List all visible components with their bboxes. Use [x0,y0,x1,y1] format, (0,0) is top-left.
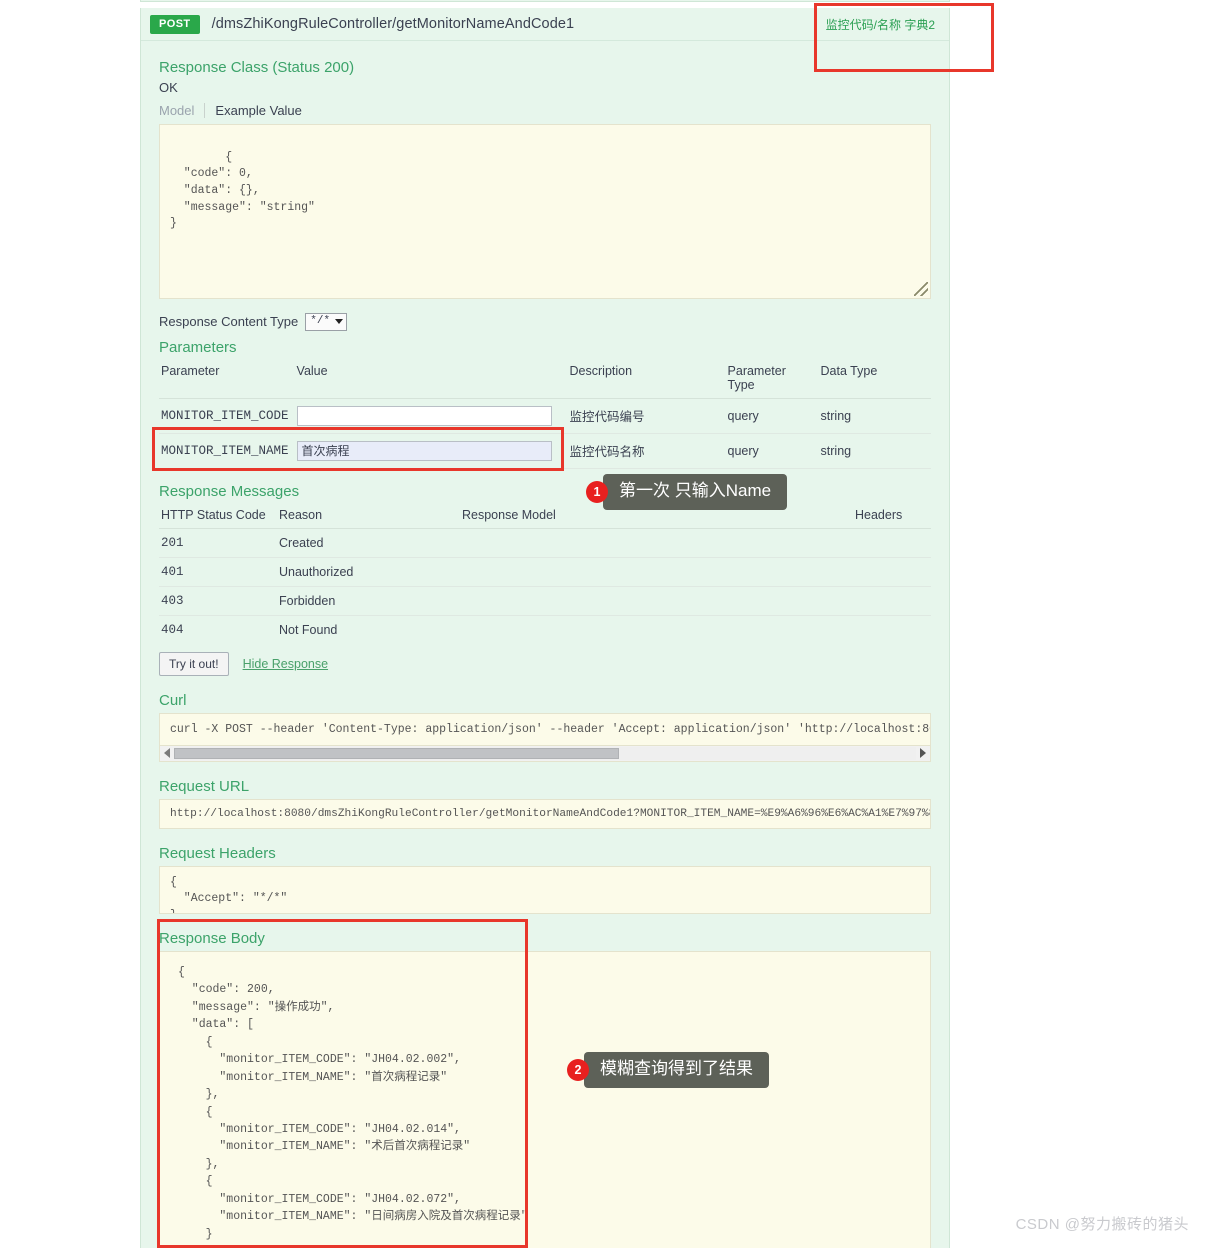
action-row: Try it out! Hide Response [159,651,931,676]
operation-summary: 监控代码/名称 字典2 [825,17,935,32]
table-row: MONITOR_ITEM_NAME 监控代码名称 query string [159,433,931,469]
operation-path: /dmsZhiKongRuleController/getMonitorName… [211,16,575,32]
previous-operation-stub [140,0,950,2]
rm-code: 401 [159,557,277,587]
rm-reason: Created [277,528,460,558]
tab-model[interactable]: Model [159,103,206,118]
param-description: 监控代码名称 [567,433,726,469]
scrollbar-thumb[interactable] [174,747,620,759]
rm-code: 201 [159,528,277,558]
table-row: 401 Unauthorized [159,557,931,587]
param-type: query [725,433,819,469]
param-input-monitor-item-code[interactable] [296,405,552,426]
example-value-box[interactable]: { "code": 0, "data": {}, "message": "str… [159,124,931,299]
param-col-value: Value [294,359,568,399]
rm-col-reason: Reason [277,503,460,529]
response-body-box: { "code": 200, "message": "操作成功", "data"… [159,950,931,1248]
hide-response-link[interactable]: Hide Response [243,657,328,671]
curl-horizontal-scrollbar[interactable] [160,744,930,761]
operation-header[interactable]: POST /dmsZhiKongRuleController/getMonito… [141,8,949,41]
response-content-type-row: Response Content Type */* [159,313,931,331]
request-headers-box: { "Accept": "*/*" } [159,865,931,914]
table-row: 403 Forbidden [159,586,931,616]
rm-headers [853,557,931,587]
rm-headers [853,586,931,616]
param-col-parameter-type: Parameter Type [725,359,819,399]
screenshot-root: POST /dmsZhiKongRuleController/getMonito… [0,0,1211,1248]
operation-panel: POST /dmsZhiKongRuleController/getMonito… [140,8,950,1248]
example-value-code: { "code": 0, "data": {}, "message": "str… [170,150,315,231]
model-example-tabs: Model Example Value [159,103,931,118]
parameters-header-row: Parameter Value Description Parameter Ty… [159,359,931,399]
annotation-callout-1: 1 第一次 只输入Name [586,474,788,510]
annotation-number-badge: 1 [586,480,608,503]
csdn-watermark: CSDN @努力搬砖的猪头 [1015,1216,1189,1233]
rm-reason: Forbidden [277,586,460,616]
try-it-out-button[interactable]: Try it out! [159,651,229,676]
param-input-monitor-item-name[interactable] [296,440,552,461]
param-value-cell [294,398,568,434]
rm-code: 403 [159,586,277,616]
rm-col-headers: Headers [853,503,931,529]
rm-reason: Unauthorized [277,557,460,587]
operation-body: Response Class (Status 200) OK Model Exa… [141,41,949,1248]
rm-model [460,586,853,616]
rm-model [460,615,853,644]
response-messages-table: HTTP Status Code Reason Response Model H… [159,503,931,644]
response-content-type-label: Response Content Type [159,314,299,330]
param-name: MONITOR_ITEM_NAME [159,433,295,469]
chevron-down-icon [335,319,344,325]
response-messages-header-row: HTTP Status Code Reason Response Model H… [159,503,931,529]
table-row: MONITOR_ITEM_CODE 监控代码编号 query string [159,398,931,434]
response-body-title: Response Body [159,929,265,947]
parameters-title: Parameters [159,338,237,356]
rm-model [460,557,853,587]
response-content-type-select[interactable]: */* [305,313,348,331]
textarea-resize-handle[interactable] [914,282,928,296]
annotation-number-badge: 2 [567,1058,589,1081]
param-col-parameter: Parameter [159,359,295,399]
rm-headers [853,528,931,558]
scroll-right-arrow-icon[interactable] [916,748,930,759]
scroll-left-arrow-icon[interactable] [160,748,174,759]
http-method-badge: POST [150,14,200,34]
rm-reason: Not Found [279,622,338,637]
response-content-type-value: */* [310,315,331,327]
curl-command: curl -X POST --header 'Content-Type: app… [170,722,930,736]
param-data-type: string [818,433,931,469]
tab-example-value[interactable]: Example Value [215,103,311,118]
curl-box: curl -X POST --header 'Content-Type: app… [159,712,931,762]
response-messages-title: Response Messages [159,482,300,500]
param-type: query [725,398,819,434]
param-col-data-type: Data Type [818,359,931,399]
response-class-status: OK [159,80,178,95]
param-description: 监控代码编号 [567,398,726,434]
curl-title: Curl [159,691,187,709]
param-col-description: Description [567,359,726,399]
request-headers-title: Request Headers [159,844,276,862]
table-row: 201 Created [159,528,931,558]
scrollbar-track[interactable] [174,746,916,760]
rm-headers [853,615,931,644]
rm-col-status-code: HTTP Status Code [159,503,277,529]
request-url-box: http://localhost:8080/dmsZhiKongRuleCont… [159,798,931,829]
annotation-text: 第一次 只输入Name [603,474,788,510]
param-data-type: string [818,398,931,434]
rm-model [460,528,853,558]
annotation-callout-2: 2 模糊查询得到了结果 [567,1052,769,1088]
param-name: MONITOR_ITEM_CODE [159,398,295,434]
response-class-title: Response Class (Status 200) [159,59,355,76]
annotation-text: 模糊查询得到了结果 [584,1052,769,1088]
request-url-title: Request URL [159,777,250,795]
rm-code: 404 [161,622,184,637]
param-value-cell [294,433,568,469]
table-row: 404 Not Found [159,615,931,644]
parameters-table: Parameter Value Description Parameter Ty… [159,359,931,469]
